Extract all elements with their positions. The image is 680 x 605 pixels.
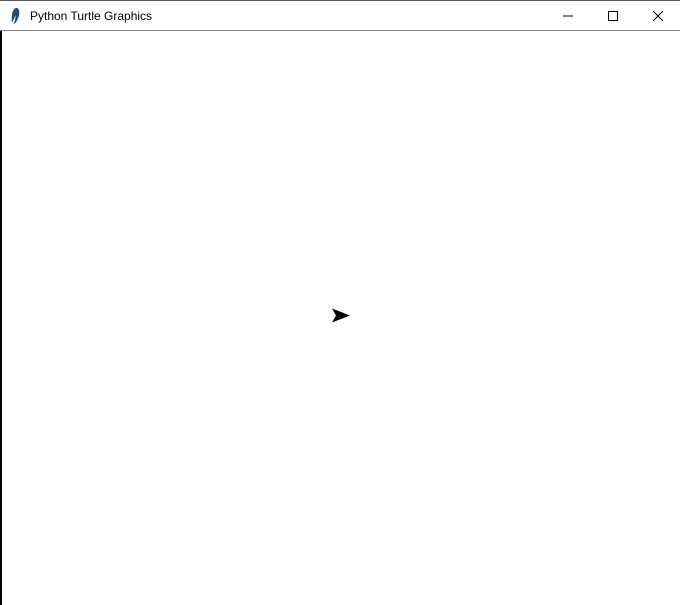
close-button[interactable] xyxy=(635,1,680,30)
window-controls xyxy=(545,1,680,30)
maximize-icon xyxy=(608,11,618,21)
turtle-arrow-icon xyxy=(332,309,350,323)
application-window: Python Turtle Graphics xyxy=(0,0,680,605)
turtle-canvas xyxy=(0,31,680,605)
close-icon xyxy=(653,11,663,21)
titlebar[interactable]: Python Turtle Graphics xyxy=(0,1,680,31)
maximize-button[interactable] xyxy=(590,1,635,30)
minimize-icon xyxy=(563,11,573,21)
window-title: Python Turtle Graphics xyxy=(30,9,152,23)
turtle-cursor xyxy=(332,309,350,328)
feather-icon xyxy=(8,8,24,24)
minimize-button[interactable] xyxy=(545,1,590,30)
